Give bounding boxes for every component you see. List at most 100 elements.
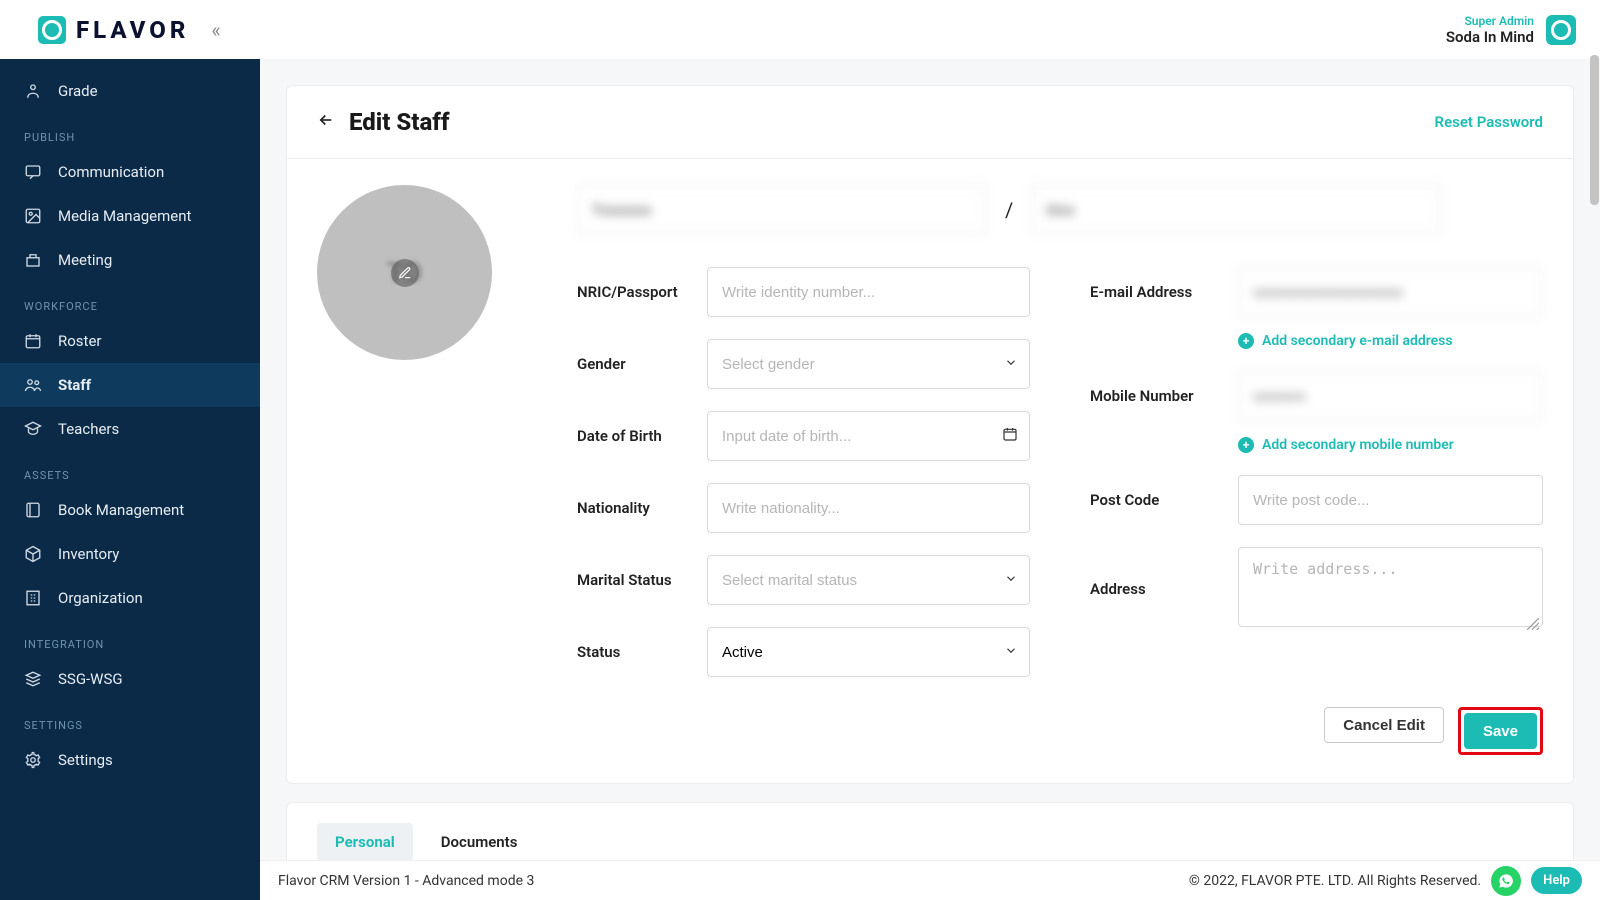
sidebar-item-label: Settings [58, 751, 113, 769]
label-postcode: Post Code [1090, 491, 1230, 509]
field-nric: NRIC/Passport [577, 267, 1030, 317]
footer-version: Flavor CRM Version 1 - Advanced mode 3 [278, 873, 534, 889]
header-left: FLAVOR « [38, 16, 221, 44]
footer: Flavor CRM Version 1 - Advanced mode 3 ©… [260, 860, 1600, 900]
sidebar-item-staff[interactable]: Staff [0, 363, 260, 407]
sidebar-section: ASSETS [0, 451, 260, 488]
save-button[interactable]: Save [1464, 713, 1537, 749]
staff-icon [24, 376, 42, 394]
sidebar-item-label: Roster [58, 332, 101, 350]
form-area: TO / NRIC/PassportGenderDate of BirthNat… [287, 159, 1573, 707]
sidebar-item-label: Teachers [58, 420, 119, 438]
whatsapp-icon[interactable] [1491, 866, 1521, 896]
mobile-input[interactable] [1238, 371, 1543, 421]
add-link-label: Add secondary e-mail address [1262, 333, 1453, 349]
sidebar-section: WORKFORCE [0, 282, 260, 319]
book-icon [24, 501, 42, 519]
two-column-fields: NRIC/PassportGenderDate of BirthNational… [577, 267, 1543, 677]
edit-staff-card: Edit Staff Reset Password TO / [286, 85, 1574, 784]
help-button[interactable]: Help [1531, 867, 1582, 894]
label-email: E-mail Address [1090, 283, 1230, 301]
sidebar-section: PUBLISH [0, 113, 260, 150]
sidebar: Grade PUBLISHCommunication Media Managemen… [0, 59, 260, 900]
plus-icon: + [1238, 437, 1254, 453]
add-email-link[interactable]: + Add secondary e-mail address [1238, 333, 1543, 349]
sidebar-item-label: Grade [58, 82, 98, 100]
field-nationality: Nationality [577, 483, 1030, 533]
label-address: Address [1090, 580, 1230, 598]
address-textarea[interactable] [1238, 547, 1543, 627]
tab-documents[interactable]: Documents [423, 823, 536, 860]
logo-text: FLAVOR [76, 16, 189, 44]
field-status: Status [577, 627, 1030, 677]
main: Edit Staff Reset Password TO / [260, 59, 1600, 860]
status-select[interactable] [707, 627, 1030, 677]
sidebar-item-teachers[interactable]: Teachers [0, 407, 260, 451]
label-gender: Gender [577, 355, 699, 373]
add-link-label: Add secondary mobile number [1262, 437, 1454, 453]
sidebar-item-media-management[interactable]: Media Management [0, 194, 260, 238]
logo[interactable]: FLAVOR [38, 16, 189, 44]
sidebar-item-label: Book Management [58, 501, 184, 519]
field-email: E-mail Address [1090, 267, 1543, 317]
tab-personal[interactable]: Personal [317, 823, 413, 860]
grade-icon [24, 82, 42, 100]
nric-input[interactable] [707, 267, 1030, 317]
name-row: / [577, 185, 1543, 235]
plus-icon: + [1238, 333, 1254, 349]
sidebar-item-organization[interactable]: Organization [0, 576, 260, 620]
gear-icon [24, 751, 42, 769]
first-name-input[interactable] [577, 185, 987, 235]
sidebar-item-settings[interactable]: Settings [0, 738, 260, 782]
meeting-icon [24, 251, 42, 269]
gender-select[interactable] [707, 339, 1030, 389]
field-address: Address [1090, 547, 1543, 631]
sidebar-item-communication[interactable]: Communication [0, 150, 260, 194]
sidebar-section: INTEGRATION [0, 620, 260, 657]
add-mobile-link[interactable]: + Add secondary mobile number [1238, 437, 1543, 453]
sidebar-item-label: Organization [58, 589, 143, 607]
label-mobile: Mobile Number [1090, 387, 1230, 405]
postcode-input[interactable] [1238, 475, 1543, 525]
user-org: Soda In Mind [1446, 28, 1534, 46]
marital-select[interactable] [707, 555, 1030, 605]
nationality-input[interactable] [707, 483, 1030, 533]
scrollbar[interactable] [1590, 55, 1599, 205]
sidebar-item-label: Staff [58, 376, 91, 394]
sidebar-item-inventory[interactable]: Inventory [0, 532, 260, 576]
sidebar-item-label: SSG-WSG [58, 670, 123, 688]
sidebar-item-meeting[interactable]: Meeting [0, 238, 260, 282]
sidebar-collapse-toggle[interactable]: « [211, 18, 220, 42]
sidebar-section: SETTINGS [0, 701, 260, 738]
user-avatar-icon[interactable] [1546, 15, 1576, 45]
footer-copyright: © 2022, FLAVOR PTE. LTD. All Rights Rese… [1189, 873, 1481, 889]
stack-icon [24, 670, 42, 688]
reset-password-link[interactable]: Reset Password [1435, 113, 1543, 131]
cancel-button[interactable]: Cancel Edit [1324, 707, 1444, 743]
card-header: Edit Staff Reset Password [287, 86, 1573, 159]
left-fields: NRIC/PassportGenderDate of BirthNational… [577, 267, 1030, 677]
field-gender: Gender [577, 339, 1030, 389]
email-input[interactable] [1238, 267, 1543, 317]
sidebar-item-label: Media Management [58, 207, 191, 225]
sidebar-item-roster[interactable]: Roster [0, 319, 260, 363]
user-role: Super Admin [1464, 14, 1534, 28]
field-marital: Marital Status [577, 555, 1030, 605]
resize-handle-icon[interactable] [1527, 615, 1539, 627]
fields-column: / NRIC/PassportGenderDate of BirthNation… [577, 185, 1543, 677]
chat-icon [24, 163, 42, 181]
avatar[interactable]: TO [317, 185, 492, 360]
logo-mark-icon [38, 16, 66, 44]
footer-right: © 2022, FLAVOR PTE. LTD. All Rights Rese… [1189, 866, 1582, 896]
last-name-input[interactable] [1031, 185, 1441, 235]
teachers-icon [24, 420, 42, 438]
name-separator: / [1005, 198, 1013, 222]
sidebar-item-book-management[interactable]: Book Management [0, 488, 260, 532]
sidebar-item-ssg-wsg[interactable]: SSG-WSG [0, 657, 260, 701]
user-meta: Super Admin Soda In Mind [1446, 14, 1534, 46]
sidebar-item-grade[interactable]: Grade [0, 69, 260, 113]
dob-input[interactable] [707, 411, 1030, 461]
right-fields: E-mail Address + Add secondary e-mail addr… [1090, 267, 1543, 677]
back-arrow-icon[interactable] [317, 111, 335, 134]
avatar-edit-icon[interactable] [391, 259, 419, 287]
